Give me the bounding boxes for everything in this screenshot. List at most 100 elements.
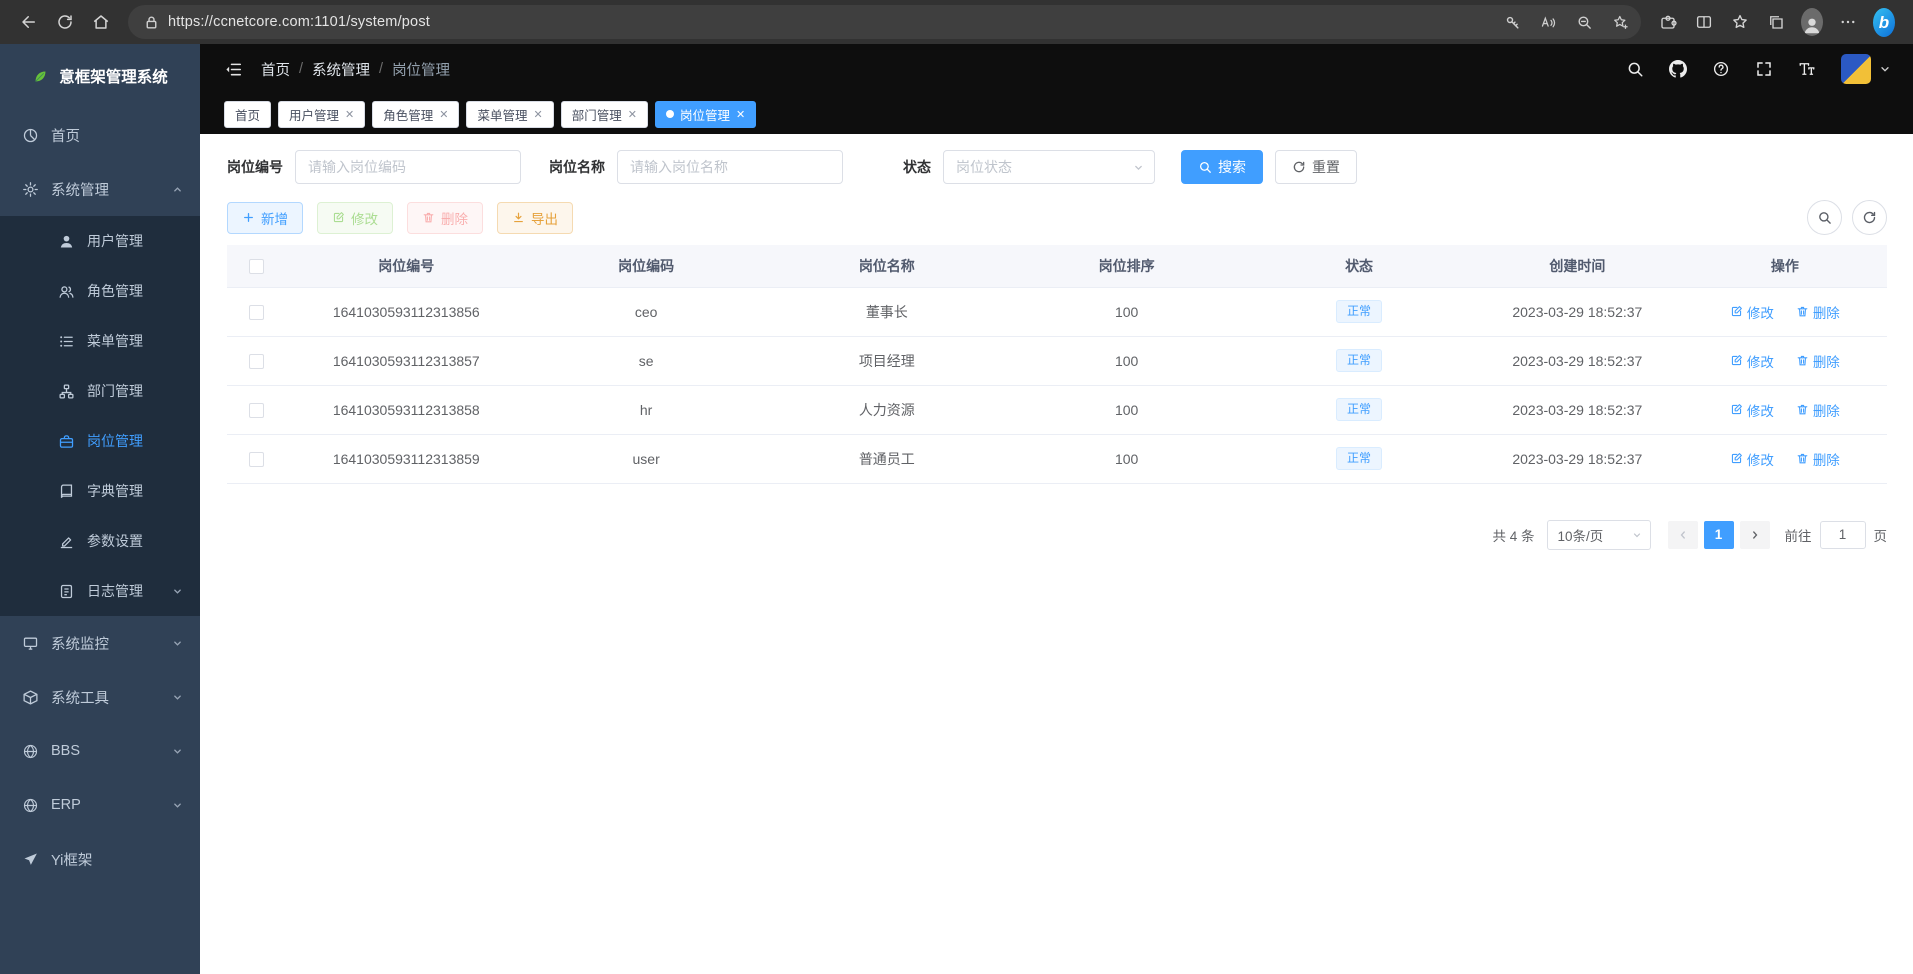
tab-menu-management[interactable]: 菜单管理: [466, 101, 553, 128]
fullscreen-icon[interactable]: [1755, 60, 1773, 78]
password-key-icon[interactable]: [1497, 7, 1527, 37]
sidebar-item-system-management[interactable]: 系统管理: [0, 162, 200, 216]
row-checkbox[interactable]: [249, 403, 264, 418]
main-content: 岗位编号 岗位名称 状态 岗位状态 搜索 重置: [200, 134, 1913, 974]
header-search-icon[interactable]: [1626, 60, 1644, 78]
site-info-lock-icon[interactable]: [140, 7, 162, 37]
page-size-select[interactable]: 10条/页: [1547, 520, 1651, 550]
zoom-out-icon[interactable]: [1569, 7, 1599, 37]
edit-row-label: 修改: [1747, 351, 1774, 371]
delete-row-button[interactable]: 删除: [1796, 400, 1840, 420]
delete-button[interactable]: 删除: [407, 202, 483, 234]
breadcrumb-home[interactable]: 首页: [261, 59, 290, 80]
read-aloud-icon[interactable]: [1533, 7, 1563, 37]
goto-page-input[interactable]: [1820, 521, 1866, 549]
extensions-icon[interactable]: [1651, 5, 1685, 39]
next-page-button[interactable]: [1740, 521, 1770, 549]
sidebar-item-dict-management[interactable]: 字典管理: [0, 466, 200, 516]
select-all-checkbox[interactable]: [249, 259, 264, 274]
sidebar-item-role-management[interactable]: 角色管理: [0, 266, 200, 316]
tab-role-management[interactable]: 角色管理: [372, 101, 459, 128]
help-icon[interactable]: [1712, 60, 1730, 78]
status-select[interactable]: 岗位状态: [943, 150, 1155, 184]
close-icon[interactable]: [628, 108, 637, 121]
refresh-table-button[interactable]: [1852, 200, 1887, 235]
favorites-icon[interactable]: [1723, 5, 1757, 39]
close-icon[interactable]: [534, 108, 543, 121]
sidebar-item-menu-management[interactable]: 菜单管理: [0, 316, 200, 366]
export-button[interactable]: 导出: [497, 202, 573, 234]
browser-back-button[interactable]: [12, 5, 46, 39]
browser-profile-avatar[interactable]: [1795, 5, 1829, 39]
toggle-search-button[interactable]: [1807, 200, 1842, 235]
tab-user-management[interactable]: 用户管理: [278, 101, 365, 128]
reset-button[interactable]: 重置: [1275, 150, 1357, 184]
prev-page-button[interactable]: [1668, 521, 1698, 549]
text-size-icon[interactable]: [1798, 60, 1816, 78]
toolbox-icon: [22, 689, 39, 706]
sidebar-item-post-management[interactable]: 岗位管理: [0, 416, 200, 466]
edit-row-button[interactable]: 修改: [1730, 400, 1774, 420]
sidebar-item-system-tools[interactable]: 系统工具: [0, 670, 200, 724]
sidebar-item-home[interactable]: 首页: [0, 108, 200, 162]
sidebar-item-log-management[interactable]: 日志管理: [0, 566, 200, 616]
post-code-input[interactable]: [295, 150, 521, 184]
page-number-1[interactable]: 1: [1704, 521, 1734, 549]
sidebar-item-system-monitor[interactable]: 系统监控: [0, 616, 200, 670]
tab-dept-management[interactable]: 部门管理: [561, 101, 648, 128]
sidebar-item-label: 系统监控: [51, 633, 109, 654]
app-title: 意框架管理系统: [59, 65, 168, 87]
browser-home-button[interactable]: [84, 5, 118, 39]
avatar: [1841, 54, 1871, 84]
sidebar-item-label: 用户管理: [87, 231, 143, 251]
sidebar-item-erp[interactable]: ERP: [0, 778, 200, 832]
tab-post-management[interactable]: 岗位管理: [655, 101, 756, 128]
user-avatar-menu[interactable]: [1841, 54, 1891, 84]
cell-post-id: 1641030593112313857: [287, 336, 526, 385]
delete-row-label: 删除: [1813, 351, 1840, 371]
sidebar-item-yi-framework[interactable]: Yi框架: [0, 832, 200, 886]
close-icon[interactable]: [736, 108, 745, 121]
post-name-input[interactable]: [617, 150, 843, 184]
browser-refresh-button[interactable]: [48, 5, 82, 39]
post-name-label: 岗位名称: [549, 157, 605, 177]
split-screen-icon[interactable]: [1687, 5, 1721, 39]
address-bar[interactable]: https://ccnetcore.com:1101/system/post: [128, 5, 1641, 39]
edit-row-button[interactable]: 修改: [1730, 302, 1774, 322]
collections-icon[interactable]: [1759, 5, 1793, 39]
row-checkbox[interactable]: [249, 354, 264, 369]
github-icon[interactable]: [1669, 60, 1687, 78]
goto-suffix: 页: [1874, 525, 1888, 545]
sidebar-item-user-management[interactable]: 用户管理: [0, 216, 200, 266]
delete-row-button[interactable]: 删除: [1796, 449, 1840, 469]
column-post-id: 岗位编号: [287, 245, 526, 287]
chevron-down-icon: [171, 691, 184, 704]
add-button[interactable]: 新增: [227, 202, 303, 234]
row-checkbox[interactable]: [249, 305, 264, 320]
status-badge: 正常: [1336, 447, 1382, 471]
delete-row-button[interactable]: 删除: [1796, 302, 1840, 322]
row-checkbox[interactable]: [249, 452, 264, 467]
browser-more-icon[interactable]: [1831, 5, 1865, 39]
sidebar-item-bbs[interactable]: BBS: [0, 724, 200, 778]
status-badge: 正常: [1336, 349, 1382, 373]
close-icon[interactable]: [439, 108, 448, 121]
edit-button[interactable]: 修改: [317, 202, 393, 234]
book-icon: [58, 483, 75, 500]
edit-row-button[interactable]: 修改: [1730, 449, 1774, 469]
sidebar-item-param-settings[interactable]: 参数设置: [0, 516, 200, 566]
cell-post-code: hr: [526, 385, 767, 434]
close-icon[interactable]: [345, 108, 354, 121]
delete-row-button[interactable]: 删除: [1796, 351, 1840, 371]
cell-post-id: 1641030593112313858: [287, 385, 526, 434]
edit-row-button[interactable]: 修改: [1730, 351, 1774, 371]
add-favorite-icon[interactable]: [1605, 7, 1635, 37]
sidebar-toggle-button[interactable]: [224, 60, 243, 79]
sidebar-item-label: BBS: [51, 743, 80, 759]
sidebar-item-dept-management[interactable]: 部门管理: [0, 366, 200, 416]
bing-chat-icon[interactable]: [1867, 5, 1901, 39]
tab-home[interactable]: 首页: [224, 101, 271, 128]
url-text[interactable]: https://ccnetcore.com:1101/system/post: [168, 14, 430, 30]
search-button[interactable]: 搜索: [1181, 150, 1263, 184]
breadcrumb-system[interactable]: 系统管理: [312, 59, 370, 80]
